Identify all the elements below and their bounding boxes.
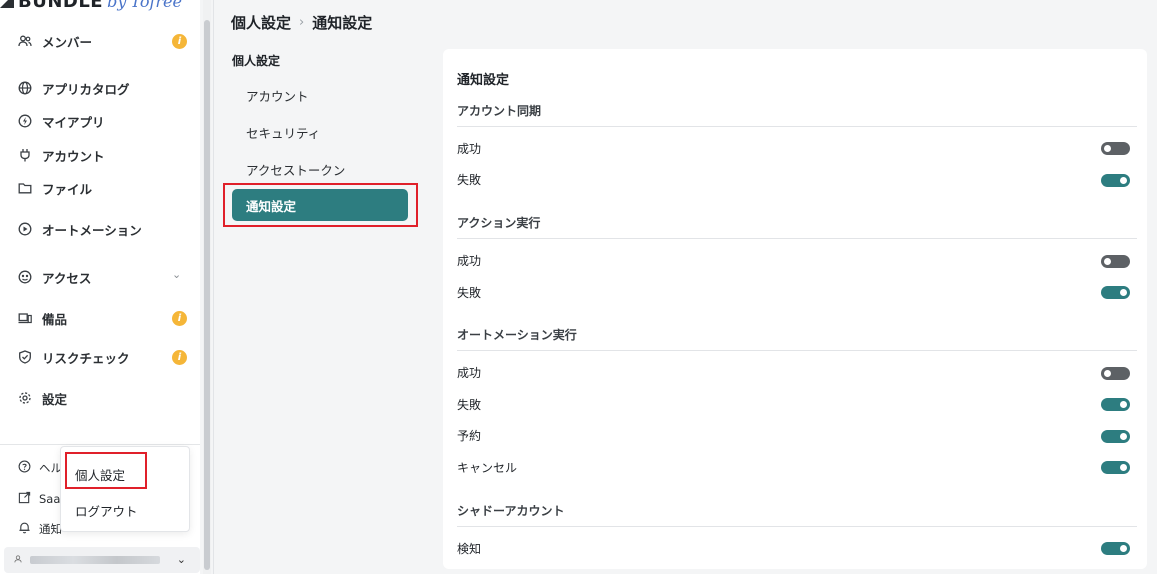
sidebar-item-label: 設定	[42, 391, 68, 407]
globe-icon	[18, 81, 32, 95]
section-heading: オートメーション実行	[457, 328, 577, 342]
sidebar-bottom-label: Saa	[39, 492, 61, 506]
sidebar-item-saas[interactable]: Saa	[18, 491, 60, 507]
sidebar-item-label: マイアプリ	[42, 114, 105, 130]
devices-icon	[18, 311, 32, 325]
sidebar-bottom-label: 通知	[39, 522, 62, 536]
toggle-account-sync-success[interactable]	[1101, 142, 1130, 155]
notification-settings-panel: 通知設定 アカウント同期 成功 失敗 アクション実行 成功 失敗 オートメーショ…	[443, 49, 1147, 569]
row-label: 失敗	[457, 286, 482, 300]
toggle-automation-failure[interactable]	[1101, 398, 1130, 411]
toggle-automation-scheduled[interactable]	[1101, 430, 1130, 443]
plug-icon	[18, 148, 32, 162]
logo-partner: Tofree	[130, 0, 182, 11]
sidebar-divider	[0, 444, 200, 445]
bundle-logo-mark	[0, 0, 14, 8]
chevron-down-icon: ⌄	[176, 553, 186, 566]
shield-check-icon	[18, 350, 32, 364]
sidebar-item-access[interactable]: アクセス	[18, 266, 91, 288]
sidebar-item-automation[interactable]: オートメーション	[18, 218, 142, 240]
breadcrumb-parent[interactable]: 個人設定	[231, 12, 291, 33]
sidebar-item-label: メンバー	[42, 34, 93, 50]
sidebar-scrollbar[interactable]	[203, 0, 211, 574]
row-label: 検知	[457, 542, 482, 556]
toggle-action-success[interactable]	[1101, 255, 1130, 268]
members-icon	[18, 34, 32, 48]
row-label: 失敗	[457, 398, 482, 412]
breadcrumb-separator: ›	[299, 15, 305, 30]
warning-badge-icon: i	[172, 311, 187, 326]
sidebar-item-label: オートメーション	[42, 222, 142, 238]
sidebar-item-help[interactable]: ヘル	[18, 460, 62, 476]
section-heading: シャドーアカウント	[457, 504, 565, 518]
external-link-icon	[18, 491, 31, 507]
row-label: 成功	[457, 366, 482, 380]
toggle-account-sync-failure[interactable]	[1101, 174, 1130, 187]
submenu-item-access-token[interactable]: アクセストークン	[246, 160, 345, 179]
play-icon	[18, 222, 32, 236]
panel-title: 通知設定	[457, 73, 510, 88]
toggle-automation-success[interactable]	[1101, 367, 1130, 380]
bundle-logo[interactable]: BUNDLE by Tofree	[0, 0, 182, 13]
toggle-automation-cancel[interactable]	[1101, 461, 1130, 474]
row-label: 成功	[457, 254, 482, 268]
sidebar-item-label: アカウント	[42, 148, 105, 164]
sidebar-item-equipment[interactable]: 備品	[18, 307, 67, 329]
warning-badge-icon: i	[172, 34, 187, 49]
logo-by: by	[107, 0, 127, 11]
sidebar-item-account[interactable]: アカウント	[18, 144, 105, 166]
breadcrumb-current: 通知設定	[312, 14, 373, 32]
sidebar-item-label: アクセス	[42, 270, 92, 286]
folder-icon	[18, 181, 32, 195]
user-menu-toggle[interactable]: ⌄	[4, 547, 200, 573]
warning-badge-icon: i	[172, 350, 187, 365]
section-divider	[457, 526, 1137, 527]
section-divider	[457, 350, 1137, 351]
user-name-redacted	[30, 556, 160, 564]
submenu-item-account[interactable]: アカウント	[246, 86, 309, 105]
section-heading: アクション実行	[457, 216, 541, 230]
section-divider	[457, 126, 1137, 127]
sidebar-item-label: リスクチェック	[42, 350, 130, 366]
sidebar-bottom-label: ヘル	[39, 461, 62, 475]
help-icon	[18, 460, 31, 476]
main-divider	[213, 0, 214, 574]
row-label: 予約	[457, 429, 482, 443]
sidebar-item-members[interactable]: メンバー	[18, 30, 92, 52]
chevron-down-icon[interactable]: ⌄	[172, 268, 181, 281]
sidebar-item-label: ファイル	[42, 181, 93, 197]
bell-icon	[18, 521, 31, 537]
sidebar-item-risk-check[interactable]: リスクチェック	[18, 346, 130, 368]
row-label: キャンセル	[457, 461, 518, 475]
sidebar-item-label: 備品	[42, 311, 68, 327]
highlight-box	[223, 183, 418, 227]
section-divider	[457, 238, 1137, 239]
section-heading: アカウント同期	[457, 104, 542, 118]
sidebar-item-my-apps[interactable]: マイアプリ	[18, 110, 105, 132]
access-icon	[18, 270, 32, 284]
highlight-box	[65, 452, 147, 489]
submenu-item-security[interactable]: セキュリティ	[246, 123, 320, 142]
toggle-shadow-detect[interactable]	[1101, 542, 1130, 555]
sidebar-item-app-catalog[interactable]: アプリカタログ	[18, 77, 130, 99]
row-label: 成功	[457, 142, 482, 156]
scrollbar-thumb[interactable]	[204, 20, 210, 570]
bolt-icon	[18, 114, 32, 128]
sidebar-item-settings[interactable]: 設定	[18, 387, 67, 409]
breadcrumb: 個人設定 › 通知設定	[231, 12, 372, 33]
sidebar-item-label: アプリカタログ	[42, 81, 130, 97]
toggle-action-failure[interactable]	[1101, 286, 1130, 299]
gear-icon	[18, 391, 32, 405]
submenu-title: 個人設定	[232, 54, 281, 68]
logo-brand: BUNDLE	[18, 0, 104, 12]
row-label: 失敗	[457, 173, 482, 187]
user-icon	[14, 554, 22, 566]
sidebar-item-files[interactable]: ファイル	[18, 177, 92, 199]
popup-item-logout[interactable]: ログアウト	[75, 501, 138, 520]
sidebar-item-notifications[interactable]: 通知	[18, 521, 62, 537]
